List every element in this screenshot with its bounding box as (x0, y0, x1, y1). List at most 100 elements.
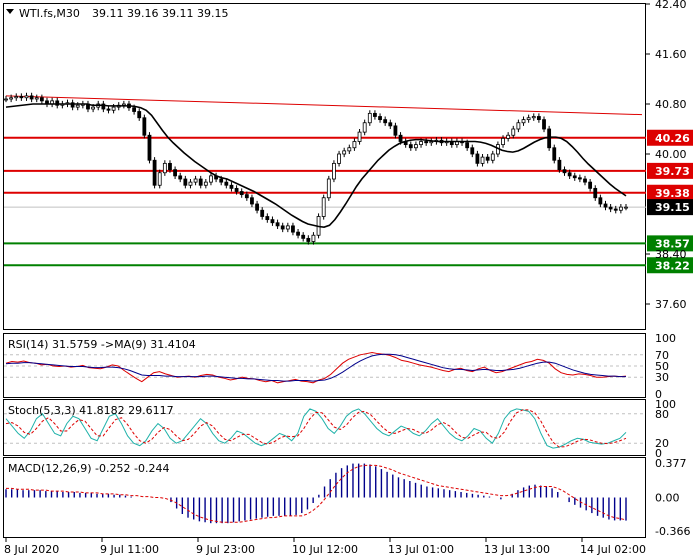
candle-body (173, 169, 177, 177)
support-label: 38.22 (655, 259, 690, 272)
macd-tick-label: 0.377 (655, 457, 687, 470)
candle-body (362, 122, 367, 133)
candle-body (588, 181, 593, 189)
resistance-label: 39.38 (655, 187, 690, 200)
candle-body (398, 134, 403, 142)
candle-body (373, 112, 377, 117)
candle-body (531, 116, 536, 119)
candle-body (239, 191, 244, 196)
candle-body (285, 225, 290, 230)
time-tick-label: 9 Jul 23:00 (196, 543, 255, 556)
stoch-tick-label: 80 (655, 408, 669, 421)
candle-body (511, 128, 516, 136)
time-tick-label: 13 Jul 13:00 (484, 543, 550, 556)
candle-body (29, 95, 34, 100)
candle-body (260, 209, 265, 217)
candle-body (408, 144, 413, 149)
candle-body (111, 106, 116, 111)
candle-body (332, 162, 336, 180)
candle-body (424, 141, 429, 144)
candle-body (475, 153, 480, 164)
candle-body (567, 172, 572, 177)
candle-body (516, 122, 521, 130)
resistance-label: 39.73 (655, 165, 690, 178)
candle-body (593, 187, 598, 199)
candle-body (419, 141, 423, 146)
rsi-tick-label: 30 (655, 371, 669, 384)
candle-body (250, 197, 254, 205)
chart-symbol: WTI.fs,M30 (19, 7, 80, 20)
resistance-label: 40.26 (655, 132, 690, 145)
candle-body (393, 125, 398, 136)
candle-body (132, 107, 136, 112)
candle-body (275, 222, 280, 227)
time-tick-label: 8 Jul 2020 (4, 543, 59, 556)
candle-body (552, 147, 557, 161)
candle-body (152, 159, 157, 186)
trading-chart: 40.2639.7339.3838.5738.2239.1542.4041.60… (3, 0, 693, 556)
candle-body (342, 150, 347, 155)
candle-body (168, 162, 172, 171)
candle-body (244, 194, 249, 199)
candle-body (255, 203, 259, 211)
candle-body (562, 169, 567, 174)
time-tick-label: 9 Jul 11:00 (100, 543, 159, 556)
candle-body (480, 156, 485, 164)
candle-body (501, 137, 505, 146)
candle-body (347, 147, 352, 152)
stoch-title: Stoch(5,3,3) 41.8182 29.6117 (8, 404, 174, 417)
price-panel (3, 3, 646, 330)
candle-body (137, 111, 142, 119)
candle-body (485, 156, 490, 161)
candle-body (24, 95, 29, 99)
candle-body (306, 237, 311, 242)
candle-body (465, 142, 470, 149)
candle-body (198, 178, 203, 186)
candle-body (34, 97, 39, 100)
candle-body (470, 147, 475, 155)
candle-body (577, 177, 582, 180)
candle-body (367, 112, 372, 124)
candle-body (19, 96, 24, 99)
price-tick-label: 40.80 (655, 98, 687, 111)
candle-body (296, 231, 300, 236)
candle-body (490, 153, 495, 161)
current-price-label: 39.15 (655, 201, 690, 214)
candle-body (414, 144, 418, 149)
candle-body (618, 206, 623, 211)
candle-body (106, 108, 111, 111)
candle-body (388, 122, 393, 127)
candle-body (91, 106, 96, 110)
candle-body (121, 103, 126, 106)
candle-body (608, 206, 613, 210)
candle-body (352, 141, 357, 149)
price-tick-label: 37.60 (655, 298, 687, 311)
candle-body (321, 197, 326, 217)
candle-body (337, 153, 341, 164)
time-tick-label: 13 Jul 01:00 (388, 543, 454, 556)
candle-body (9, 97, 14, 100)
candle-body (536, 116, 541, 121)
candle-body (265, 216, 270, 221)
chart-quote: 39.11 39.16 39.11 39.15 (92, 7, 228, 20)
candle-body (193, 178, 198, 183)
candle-body (526, 117, 531, 121)
candle-body (598, 197, 603, 205)
rsi-tick-label: 100 (655, 332, 676, 345)
macd-title: MACD(12,26,9) -0.252 -0.244 (8, 462, 169, 475)
candle-body (142, 117, 147, 136)
candle-body (75, 104, 80, 108)
candle-body (378, 116, 382, 121)
candle-body (506, 134, 511, 139)
candle-body (301, 234, 306, 239)
price-tick-label: 40.00 (655, 148, 687, 161)
candle-body (311, 234, 316, 242)
candle-body (557, 159, 562, 171)
candle-body (572, 175, 577, 179)
candle-body (147, 134, 152, 161)
candle-body (229, 184, 234, 189)
candle-body (613, 208, 618, 211)
candle-body (603, 203, 608, 208)
candle-body (39, 97, 44, 102)
candle-body (234, 187, 239, 192)
